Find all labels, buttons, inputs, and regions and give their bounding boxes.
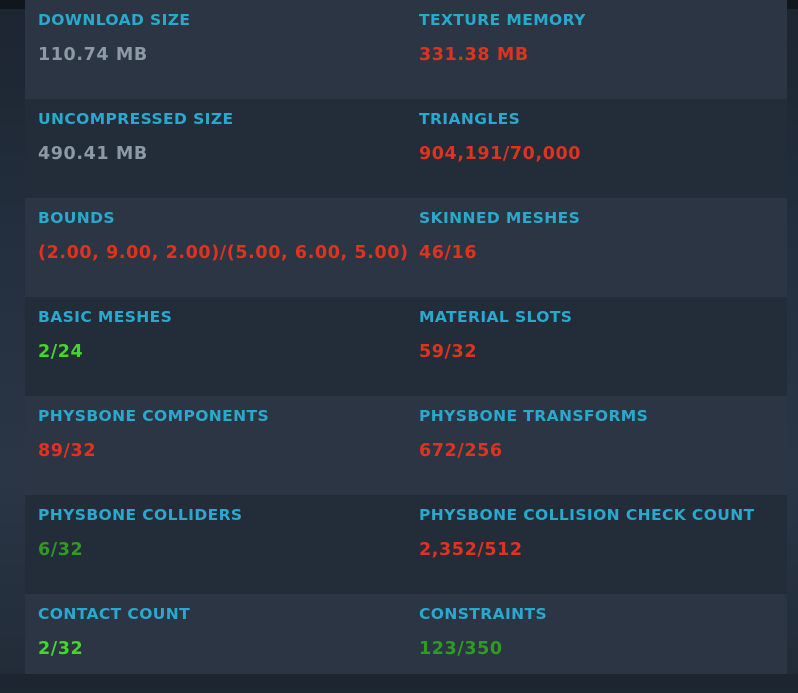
- stat-value: 2/32: [38, 639, 84, 659]
- stat-value: 46/16: [419, 243, 478, 263]
- stat-value: 6/32: [38, 540, 84, 560]
- stats-row-3: BOUNDS (2.00, 9.00, 2.00)/(5.00, 6.00, 5…: [25, 198, 787, 297]
- stat-physbone-transforms: PHYSBONE TRANSFORMS 672/256: [419, 396, 787, 495]
- stat-value: (2.00, 9.00, 2.00)/(5.00, 6.00, 5.00): [38, 243, 409, 263]
- stat-value: 2/24: [38, 342, 84, 362]
- stat-label: PHYSBONE COLLISION CHECK COUNT: [419, 506, 755, 524]
- stat-label: BOUNDS: [38, 209, 115, 227]
- stat-label: CONTACT COUNT: [38, 605, 191, 623]
- stat-bounds: BOUNDS (2.00, 9.00, 2.00)/(5.00, 6.00, 5…: [38, 198, 408, 297]
- stat-value: 110.74 MB: [38, 45, 148, 65]
- stat-label: PHYSBONE TRANSFORMS: [419, 407, 649, 425]
- stat-value: 904,191/70,000: [419, 144, 582, 164]
- stat-label: CONSTRAINTS: [419, 605, 548, 623]
- stats-row-2: UNCOMPRESSED SIZE 490.41 MB TRIANGLES 90…: [25, 99, 787, 198]
- stat-label: SKINNED MESHES: [419, 209, 581, 227]
- stat-texture-memory: TEXTURE MEMORY 331.38 MB: [419, 0, 787, 99]
- stat-physbone-colliders: PHYSBONE COLLIDERS 6/32: [38, 495, 408, 594]
- stat-value: 2,352/512: [419, 540, 523, 560]
- stat-physbone-collision-check-count: PHYSBONE COLLISION CHECK COUNT 2,352/512: [419, 495, 787, 594]
- stat-uncompressed-size: UNCOMPRESSED SIZE 490.41 MB: [38, 99, 408, 198]
- stat-value: 331.38 MB: [419, 45, 529, 65]
- stats-row-7: CONTACT COUNT 2/32 CONSTRAINTS 123/350: [25, 594, 787, 674]
- stat-constraints: CONSTRAINTS 123/350: [419, 594, 787, 693]
- stat-label: UNCOMPRESSED SIZE: [38, 110, 234, 128]
- stat-contact-count: CONTACT COUNT 2/32: [38, 594, 408, 693]
- stat-basic-meshes: BASIC MESHES 2/24: [38, 297, 408, 396]
- stat-label: MATERIAL SLOTS: [419, 308, 573, 326]
- stats-row-5: PHYSBONE COMPONENTS 89/32 PHYSBONE TRANS…: [25, 396, 787, 495]
- stat-label: PHYSBONE COMPONENTS: [38, 407, 270, 425]
- stats-row-4: BASIC MESHES 2/24 MATERIAL SLOTS 59/32: [25, 297, 787, 396]
- stat-label: TRIANGLES: [419, 110, 521, 128]
- stat-download-size: DOWNLOAD SIZE 110.74 MB: [38, 0, 408, 99]
- stat-label: BASIC MESHES: [38, 308, 173, 326]
- stat-value: 59/32: [419, 342, 478, 362]
- stat-label: TEXTURE MEMORY: [419, 11, 586, 29]
- stat-value: 672/256: [419, 441, 503, 461]
- stat-label: PHYSBONE COLLIDERS: [38, 506, 243, 524]
- stat-label: DOWNLOAD SIZE: [38, 11, 191, 29]
- stat-skinned-meshes: SKINNED MESHES 46/16: [419, 198, 787, 297]
- stat-physbone-components: PHYSBONE COMPONENTS 89/32: [38, 396, 408, 495]
- stat-triangles: TRIANGLES 904,191/70,000: [419, 99, 787, 198]
- stat-value: 89/32: [38, 441, 97, 461]
- stats-row-6: PHYSBONE COLLIDERS 6/32 PHYSBONE COLLISI…: [25, 495, 787, 594]
- stat-value: 123/350: [419, 639, 503, 659]
- stats-row-1: DOWNLOAD SIZE 110.74 MB TEXTURE MEMORY 3…: [25, 0, 787, 99]
- stat-material-slots: MATERIAL SLOTS 59/32: [419, 297, 787, 396]
- stat-value: 490.41 MB: [38, 144, 148, 164]
